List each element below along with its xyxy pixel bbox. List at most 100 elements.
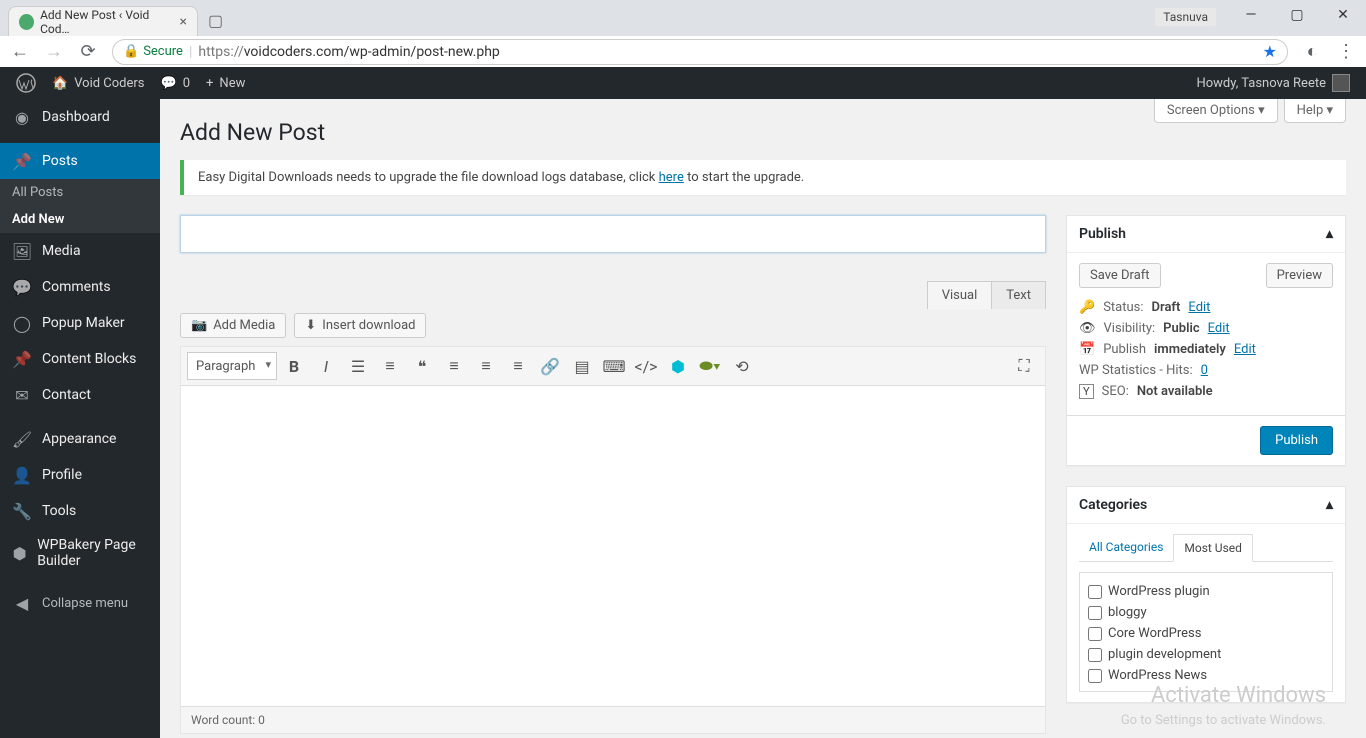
profile-badge[interactable]: Tasnuva [1155, 8, 1216, 26]
sidebar-item-tools[interactable]: 🔧Tools [0, 493, 160, 529]
edit-schedule-link[interactable]: Edit [1234, 342, 1256, 357]
minimize-button[interactable]: — [1228, 0, 1274, 30]
stats-link[interactable]: 0 [1201, 363, 1208, 378]
sidebar-item-profile[interactable]: 👤Profile [0, 457, 160, 493]
extension-icon[interactable]: ◐ [1302, 41, 1322, 62]
fullscreen-button[interactable]: ⛶ [1009, 351, 1039, 381]
code-button[interactable]: </> [631, 351, 661, 381]
reload-button[interactable]: ⟳ [78, 41, 98, 62]
back-button[interactable]: ← [10, 41, 30, 62]
sidebar-item-posts[interactable]: 📌Posts [0, 143, 160, 179]
sidebar-item-contact[interactable]: ✉Contact [0, 377, 160, 413]
align-left-button[interactable]: ≡ [439, 351, 469, 381]
link-button[interactable]: 🔗 [535, 351, 565, 381]
toggle-icon[interactable]: ▴ [1326, 497, 1333, 513]
sidebar-item-content-blocks[interactable]: 📌Content Blocks [0, 341, 160, 377]
plugin1-icon[interactable]: ⬢ [663, 351, 693, 381]
bold-button[interactable]: B [279, 351, 309, 381]
add-media-button[interactable]: 📷Add Media [180, 313, 286, 338]
editor-content[interactable] [181, 386, 1045, 706]
toggle-icon[interactable]: ▴ [1326, 226, 1333, 242]
sidebar-item-comments[interactable]: 💬Comments [0, 269, 160, 305]
category-checkbox[interactable] [1088, 627, 1102, 641]
categories-heading[interactable]: Categories▴ [1067, 487, 1345, 524]
align-right-button[interactable]: ≡ [503, 351, 533, 381]
wp-admin-bar: 🏠Void Coders 💬0 +New Howdy, Tasnova Reet… [0, 67, 1366, 99]
home-icon: 🏠 [52, 76, 68, 91]
media-icon: 🖼 [12, 241, 32, 261]
wrench-icon: 🔧 [12, 501, 32, 521]
site-name-link[interactable]: 🏠Void Coders [44, 76, 153, 91]
category-checkbox[interactable] [1088, 648, 1102, 662]
category-item[interactable]: plugin development [1088, 644, 1324, 665]
maximize-button[interactable]: ▢ [1274, 0, 1320, 30]
edit-status-link[interactable]: Edit [1188, 300, 1210, 315]
category-checkbox[interactable] [1088, 585, 1102, 599]
italic-button[interactable]: I [311, 351, 341, 381]
blockquote-button[interactable]: ❝ [407, 351, 437, 381]
category-item[interactable]: Core WordPress [1088, 623, 1324, 644]
read-more-button[interactable]: ▤ [567, 351, 597, 381]
new-tab-button[interactable]: ▢ [208, 11, 223, 36]
edit-visibility-link[interactable]: Edit [1208, 321, 1230, 336]
submenu-add-new[interactable]: Add New [0, 206, 160, 233]
align-center-button[interactable]: ≡ [471, 351, 501, 381]
comments-icon: 💬 [12, 277, 32, 297]
sidebar-item-media[interactable]: 🖼Media [0, 233, 160, 269]
preview-button[interactable]: Preview [1266, 263, 1333, 288]
tab-visual[interactable]: Visual [927, 281, 993, 309]
url-input[interactable]: 🔒 Secure | https://voidcoders.com/wp-adm… [112, 39, 1288, 65]
category-checkbox[interactable] [1088, 669, 1102, 683]
toolbar-toggle-button[interactable]: ⌨ [599, 351, 629, 381]
popup-icon: ◯ [12, 313, 32, 333]
format-select[interactable]: Paragraph [187, 352, 277, 380]
sidebar-item-popup-maker[interactable]: ◯Popup Maker [0, 305, 160, 341]
bullet-list-button[interactable]: ☰ [343, 351, 373, 381]
category-checkbox[interactable] [1088, 606, 1102, 620]
publish-heading[interactable]: Publish▴ [1067, 216, 1345, 253]
comments-link[interactable]: 💬0 [153, 76, 199, 91]
category-item[interactable]: WordPress News [1088, 665, 1324, 686]
refresh-button[interactable]: ⟲ [727, 351, 757, 381]
new-content-link[interactable]: +New [198, 76, 253, 91]
forward-button[interactable]: → [44, 41, 64, 62]
main-content: Screen Options ▾ Help ▾ Add New Post Eas… [160, 99, 1366, 738]
pin-icon: 📌 [12, 151, 32, 171]
collapse-menu[interactable]: ◀Collapse menu [0, 585, 160, 621]
close-tab-icon[interactable]: × [180, 14, 187, 30]
address-bar: ← → ⟳ 🔒 Secure | https://voidcoders.com/… [0, 36, 1366, 67]
publish-button[interactable]: Publish [1260, 426, 1333, 455]
category-item[interactable]: WordPress plugin [1088, 581, 1324, 602]
tab-all-categories[interactable]: All Categories [1079, 534, 1173, 561]
submenu-all-posts[interactable]: All Posts [0, 179, 160, 206]
numbered-list-button[interactable]: ≡ [375, 351, 405, 381]
save-draft-button[interactable]: Save Draft [1079, 263, 1161, 288]
brush-icon: 🖌 [12, 429, 32, 449]
howdy-account[interactable]: Howdy, Tasnova Reete [1188, 74, 1358, 92]
post-title-input[interactable] [180, 215, 1046, 253]
pin-icon: 📌 [12, 349, 32, 369]
help-button[interactable]: Help ▾ [1284, 99, 1346, 123]
bookmark-star-icon[interactable]: ★ [1263, 42, 1277, 61]
yoast-icon: Y [1079, 384, 1094, 399]
insert-download-button[interactable]: ⬇Insert download [294, 313, 426, 338]
seo-row: Y SEO: Not available [1079, 384, 1333, 399]
sidebar-item-wpbakery[interactable]: ⬢WPBakery Page Builder [0, 529, 160, 577]
close-window-button[interactable]: ✕ [1320, 0, 1366, 30]
collapse-icon: ◀ [12, 593, 32, 613]
plugin2-icon[interactable]: ⬬▾ [695, 351, 725, 381]
sidebar-item-dashboard[interactable]: ◉Dashboard [0, 99, 160, 135]
window-controls: — ▢ ✕ [1228, 0, 1366, 30]
category-list[interactable]: WordPress plugin bloggy Core WordPress p… [1079, 572, 1333, 692]
tab-text[interactable]: Text [991, 281, 1046, 309]
tab-most-used[interactable]: Most Used [1173, 534, 1253, 562]
plus-icon: + [206, 76, 213, 91]
category-item[interactable]: bloggy [1088, 602, 1324, 623]
browser-tab[interactable]: Add New Post ‹ Void Cod… × [8, 6, 198, 36]
browser-menu-icon[interactable]: ⋮ [1336, 41, 1356, 62]
wp-logo-icon[interactable] [8, 73, 44, 93]
screen-options-button[interactable]: Screen Options ▾ [1154, 99, 1278, 123]
sidebar-item-appearance[interactable]: 🖌Appearance [0, 421, 160, 457]
editor: Paragraph B I ☰ ≡ ❝ ≡ ≡ ≡ 🔗 ▤ ⌨ </> ⬢ [180, 346, 1046, 734]
notice-link[interactable]: here [659, 170, 684, 185]
